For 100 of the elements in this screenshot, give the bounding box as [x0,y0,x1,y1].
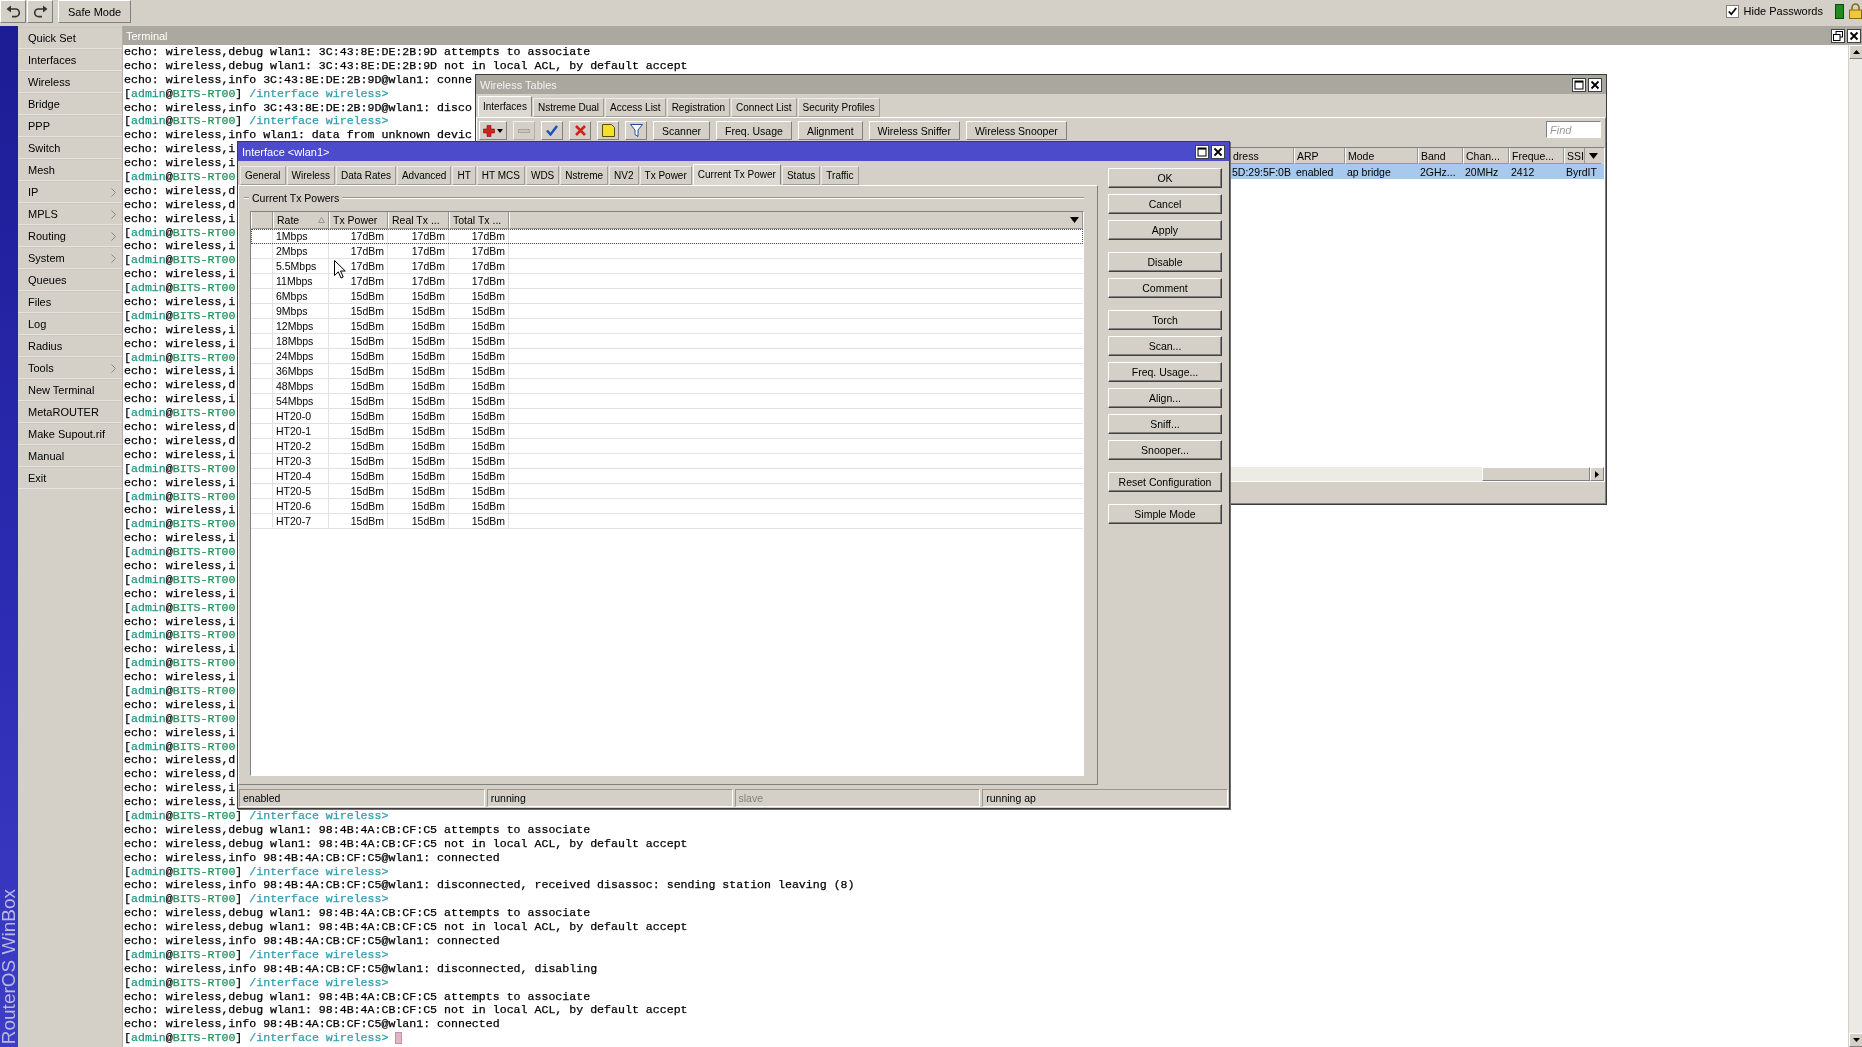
sidebar-item[interactable]: IP [18,181,122,203]
close-icon[interactable] [1211,144,1225,159]
tab[interactable]: NV2 [609,166,639,185]
toolbar-button[interactable]: Wireless Snooper [965,121,1067,140]
column-header[interactable]: Tx Power [329,212,388,229]
table-row[interactable]: 1Mbps 17dBm 17dBm 17dBm [251,229,1083,244]
sidebar-item[interactable]: Mesh [18,159,122,181]
sidebar-item[interactable]: Interfaces [18,49,122,71]
dialog-button[interactable]: Apply [1108,220,1222,240]
sidebar-item[interactable]: Bridge [18,93,122,115]
toolbar-button[interactable]: Freq. Usage [716,121,792,140]
filter-button[interactable] [625,121,647,140]
sidebar-item[interactable]: MPLS [18,203,122,225]
dialog-button[interactable]: Sniff... [1108,414,1222,434]
tab[interactable]: Security Profiles [797,98,880,117]
caret-icon[interactable] [1070,217,1079,223]
sidebar-item[interactable]: Routing [18,225,122,247]
table-row[interactable]: HT20-2 15dBm 15dBm 15dBm [251,439,1083,454]
tab[interactable]: General [240,166,286,185]
sidebar-item[interactable]: Radius [18,335,122,357]
tab[interactable]: Connect List [731,98,797,117]
close-icon[interactable] [1588,77,1602,92]
dialog-button[interactable]: OK [1108,168,1222,188]
column-header[interactable]: Total Tx ... [449,212,509,229]
tab[interactable]: Traffic [821,166,859,185]
enable-button[interactable] [541,121,563,140]
tab[interactable]: WDS [525,166,560,185]
sidebar-item[interactable]: Exit [18,467,122,489]
table-row[interactable]: HT20-4 15dBm 15dBm 15dBm [251,469,1083,484]
toolbar-button[interactable]: Alignment [797,121,863,140]
redo-button[interactable] [27,0,53,23]
table-row[interactable]: 24Mbps 15dBm 15dBm 15dBm [251,349,1083,364]
sidebar-item[interactable]: Manual [18,445,122,467]
table-row[interactable]: HT20-7 15dBm 15dBm 15dBm [251,514,1083,529]
tab[interactable]: Interfaces [478,96,532,117]
tab[interactable]: Status [781,166,821,185]
table-row[interactable]: HT20-3 15dBm 15dBm 15dBm [251,454,1083,469]
table-row[interactable]: 11Mbps 17dBm 17dBm 17dBm [251,274,1083,289]
sidebar-item[interactable]: PPP [18,115,122,137]
undo-button[interactable] [0,0,26,23]
tab[interactable]: Access List [605,98,666,117]
table-row[interactable]: HT20-5 15dBm 15dBm 15dBm [251,484,1083,499]
dialog-button[interactable]: Freq. Usage... [1108,362,1222,382]
sidebar-item[interactable]: New Terminal [18,379,122,401]
table-row[interactable]: HT20-1 15dBm 15dBm 15dBm [251,424,1083,439]
table-row[interactable]: 48Mbps 15dBm 15dBm 15dBm [251,379,1083,394]
sidebar-item[interactable]: Wireless [18,71,122,93]
tab[interactable]: HT MCS [476,166,525,185]
sidebar-item[interactable]: Tools [18,357,122,379]
dialog-button[interactable]: Reset Configuration [1108,472,1222,492]
scroll-thumb[interactable] [1482,467,1590,481]
tab[interactable]: Tx Power [639,166,692,185]
safe-mode-button[interactable]: Safe Mode [58,0,132,23]
table-row[interactable]: 9Mbps 15dBm 15dBm 15dBm [251,304,1083,319]
tab[interactable]: HT [452,166,476,185]
tab[interactable]: Nstreme [560,166,609,185]
toolbar-button[interactable]: Wireless Sniffer [868,121,960,140]
dialog-button[interactable]: Scan... [1108,336,1222,356]
column-header[interactable] [251,212,273,229]
sidebar-item[interactable]: MetaROUTER [18,401,122,423]
tab[interactable]: Wireless [286,166,335,185]
disable-button[interactable] [569,121,591,140]
restore-icon[interactable] [1831,28,1845,43]
sidebar-item[interactable]: Switch [18,137,122,159]
find-field[interactable]: Find [1546,121,1601,138]
dialog-button[interactable]: Disable [1108,252,1222,272]
sidebar-item[interactable]: Make Supout.rif [18,423,122,445]
dialog-button[interactable]: Simple Mode [1108,504,1222,524]
dialog-button[interactable]: Comment [1108,278,1222,298]
table-row[interactable]: 5D:29:5F:0B enabled ap bridge 2GHz... 20MHz 2412 ByrdIT [1230,164,1604,179]
caret-icon[interactable] [1588,152,1598,159]
tab[interactable]: Data Rates [335,166,396,185]
dialog-button[interactable]: Align... [1108,388,1222,408]
hide-passwords-checkbox[interactable] [1725,4,1739,18]
sidebar-item[interactable]: Log [18,313,122,335]
maximize-icon[interactable] [1572,77,1586,92]
sidebar-item[interactable]: Files [18,291,122,313]
add-button[interactable] [479,121,507,140]
tab[interactable]: Nstreme Dual [532,98,605,117]
horizontal-scrollbar[interactable] [1230,467,1604,481]
sidebar-item[interactable]: Quick Set [18,27,122,49]
column-header[interactable]: Real Tx ... [388,212,449,229]
dialog-button[interactable]: Cancel [1108,194,1222,214]
arrow-up-icon[interactable] [1852,50,1860,54]
table-row[interactable]: 36Mbps 15dBm 15dBm 15dBm [251,364,1083,379]
table-row[interactable]: 2Mbps 17dBm 17dBm 17dBm [251,244,1083,259]
arrow-right-icon[interactable] [1595,470,1599,478]
tab[interactable]: Advanced [396,166,452,185]
column-header[interactable]: Rate [273,212,329,229]
tab[interactable]: Current Tx Power [692,164,781,185]
table-row[interactable]: 54Mbps 15dBm 15dBm 15dBm [251,394,1083,409]
tab[interactable]: Registration [666,98,730,117]
table-row[interactable]: HT20-0 15dBm 15dBm 15dBm [251,409,1083,424]
table-row[interactable]: 12Mbps 15dBm 15dBm 15dBm [251,319,1083,334]
table-row[interactable]: 6Mbps 15dBm 15dBm 15dBm [251,289,1083,304]
comment-button[interactable] [597,121,619,140]
dialog-button[interactable]: Torch [1108,310,1222,330]
sidebar-item[interactable]: Queues [18,269,122,291]
toolbar-button[interactable]: Scanner [653,121,711,140]
arrow-down-icon[interactable] [1852,1038,1860,1042]
